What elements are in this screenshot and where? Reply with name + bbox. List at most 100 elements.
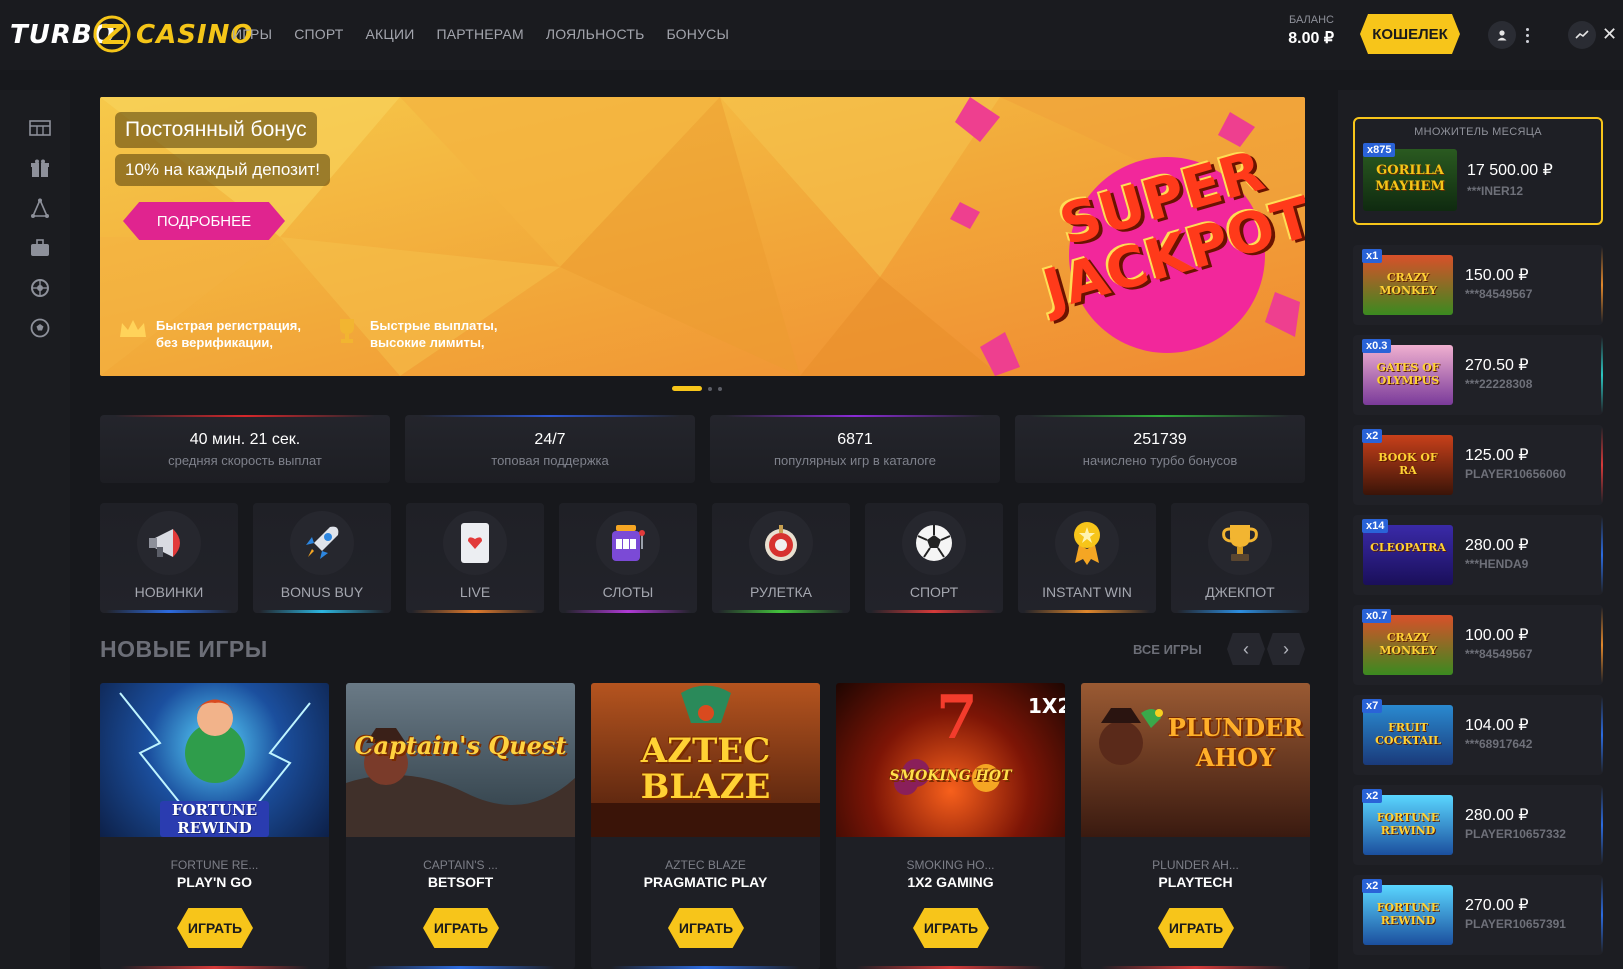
tournaments-icon[interactable] [28, 116, 52, 140]
stat-label: популярных игр в каталоге [774, 453, 936, 468]
feature-fast-registration: Быстрая регистрация, без верификации, [118, 317, 306, 351]
nav-promotions[interactable]: АКЦИИ [366, 26, 415, 42]
game-card[interactable]: AZTEC BLAZE AZTEC BLAZE PRAGMATIC PLAY И… [591, 683, 820, 969]
recent-win-card[interactable]: FORTUNE REWIND x2 270.00 ₽ PLAYER10657391 [1353, 875, 1603, 955]
win-amount: 280.00 ₽ [1465, 807, 1529, 824]
win-game-thumbnail[interactable]: BOOK OF RA [1363, 435, 1453, 495]
category-accent-line [565, 610, 691, 613]
category-jackpot[interactable]: ДЖЕКПОТ [1171, 503, 1309, 613]
main-nav: ИГРЫ СПОРТ АКЦИИ ПАРТНЕРАМ ЛОЯЛЬНОСТЬ БО… [232, 26, 729, 42]
game-card[interactable]: Captain's Quest CAPTAIN'S ... BETSOFT ИГ… [346, 683, 575, 969]
turbo-casino-logo[interactable]: TURBO CASINO [10, 12, 252, 56]
more-menu-icon[interactable] [1522, 22, 1532, 48]
nav-partners[interactable]: ПАРТНЕРАМ [437, 26, 524, 42]
recent-win-card[interactable]: BOOK OF RA x2 125.00 ₽ PLAYER10656060 [1353, 425, 1603, 505]
stat-value: 6871 [837, 431, 873, 448]
multiplier-of-month-title: МНОЖИТЕЛЬ МЕСЯЦА [1414, 126, 1542, 138]
category-sport[interactable]: СПОРТ [865, 503, 1003, 613]
game-card[interactable]: FORTUNE REWIND FORTUNE RE... PLAY'N GO И… [100, 683, 329, 969]
carousel-dot[interactable] [718, 386, 722, 391]
win-game-thumbnail[interactable]: FORTUNE REWIND [1363, 885, 1453, 945]
play-button[interactable]: ИГРАТЬ [668, 908, 744, 948]
roulette-icon [765, 525, 797, 561]
multiplier-of-month-card[interactable]: МНОЖИТЕЛЬ МЕСЯЦА GORILLA MAYHEM x875 17 … [1353, 117, 1603, 225]
wallet-button[interactable]: КОШЕЛЕК [1360, 14, 1460, 54]
win-game-art-title: FORTUNE REWIND [1376, 811, 1440, 837]
rocket-icon [306, 526, 339, 559]
category-icon-circle [596, 511, 660, 575]
game-card[interactable]: PLUNDER AHOY PLUNDER AH... PLAYTECH ИГРА… [1081, 683, 1310, 969]
win-game-thumbnail[interactable]: FORTUNE REWIND [1363, 795, 1453, 855]
user-profile-button[interactable] [1488, 21, 1516, 49]
stat-accent-line [115, 415, 375, 417]
win-username: PLAYER10657332 [1465, 827, 1566, 841]
game-thumbnail[interactable]: Captain's Quest [346, 683, 575, 837]
recent-win-card[interactable]: GATES OF OLYMPUS x0.3 270.50 ₽ ***22228308 [1353, 335, 1603, 415]
win-username: ***68917642 [1465, 737, 1533, 751]
carousel-dot[interactable] [708, 386, 712, 391]
wheel-icon[interactable] [28, 276, 52, 300]
win-game-thumbnail[interactable]: GORILLA MAYHEM [1363, 149, 1457, 211]
play-button[interactable]: ИГРАТЬ [1158, 908, 1234, 948]
win-game-art-title: CLEOPATRA [1370, 541, 1446, 554]
prev-arrow-button[interactable]: ‹ [1227, 633, 1265, 665]
carousel-dot-active[interactable] [672, 386, 702, 391]
gift-icon[interactable] [28, 156, 52, 180]
lottery-icon[interactable] [28, 196, 52, 220]
recent-win-card[interactable]: CRAZY MONKEY x1 150.00 ₽ ***84549567 [1353, 245, 1603, 325]
stat-payout-speed: 40 мин. 21 сек. средняя скорость выплат [100, 415, 390, 483]
recent-win-card[interactable]: FORTUNE REWIND x2 280.00 ₽ PLAYER10657332 [1353, 785, 1603, 865]
game-thumbnail[interactable]: FORTUNE REWIND [100, 683, 329, 837]
nav-games[interactable]: ИГРЫ [232, 26, 272, 42]
category-label: BONUS BUY [280, 584, 364, 600]
win-game-art-title: FORTUNE REWIND [1376, 901, 1440, 927]
recent-win-card[interactable]: FRUIT COCKTAIL x7 104.00 ₽ ***68917642 [1353, 695, 1603, 775]
category-slots[interactable]: СЛОТЫ [559, 503, 697, 613]
win-multiplier-badge: x2 [1362, 429, 1383, 443]
more-details-button[interactable]: ПОДРОБНЕЕ [123, 202, 285, 240]
play-button[interactable]: ИГРАТЬ [913, 908, 989, 948]
close-panel-icon[interactable]: ✕ [1602, 24, 1618, 44]
win-game-thumbnail[interactable]: CRAZY MONKEY [1363, 615, 1453, 675]
win-amount: 125.00 ₽ [1465, 447, 1529, 464]
category-instant-win[interactable]: INSTANT WIN [1018, 503, 1156, 613]
game-thumbnail[interactable]: PLUNDER AHOY [1081, 683, 1310, 837]
category-roulette[interactable]: РУЛЕТКА [712, 503, 850, 613]
game-art-title: FORTUNE REWIND [160, 801, 269, 837]
nav-sport[interactable]: СПОРТ [294, 26, 343, 42]
game-thumbnail[interactable]: 7 1X2 SMOKING HOT [836, 683, 1065, 837]
trophy-icon [340, 319, 354, 343]
play-button[interactable]: ИГРАТЬ [423, 908, 499, 948]
win-game-thumbnail[interactable]: GATES OF OLYMPUS [1363, 345, 1453, 405]
nav-bonuses[interactable]: БОНУСЫ [666, 26, 729, 42]
game-card[interactable]: 7 1X2 SMOKING HOT SMOKING HO... 1X2 GAMIN… [836, 683, 1065, 969]
nav-loyalty[interactable]: ЛОЯЛЬНОСТЬ [546, 26, 645, 42]
win-game-art-title: CRAZY MONKEY [1379, 271, 1437, 297]
briefcase-icon[interactable] [28, 236, 52, 260]
all-games-link[interactable]: ВСЕ ИГРЫ [1133, 642, 1202, 657]
win-username: ***INER12 [1467, 184, 1524, 198]
win-accent-line [1601, 337, 1603, 413]
win-game-thumbnail[interactable]: CRAZY MONKEY [1363, 255, 1453, 315]
stats-toggle-button[interactable] [1568, 21, 1596, 49]
feature-2-line-2: высокие лимиты, [370, 335, 485, 350]
win-multiplier-badge: x2 [1362, 789, 1383, 803]
category-bonus-buy[interactable]: BONUS BUY [253, 503, 391, 613]
play-button[interactable]: ИГРАТЬ [177, 908, 253, 948]
promo-banner[interactable]: SUPER JACKPOT Постоянный бонус 10% на ка… [100, 97, 1305, 376]
banner-carousel-dots [672, 386, 722, 391]
category-new[interactable]: НОВИНКИ [100, 503, 238, 613]
recent-win-card[interactable]: CLEOPATRA x14 280.00 ₽ ***HENDA9 [1353, 515, 1603, 595]
win-game-thumbnail[interactable]: CLEOPATRA [1363, 525, 1453, 585]
game-name: FORTUNE RE... [170, 858, 259, 872]
category-live[interactable]: LIVE [406, 503, 544, 613]
category-icon-circle [290, 511, 354, 575]
win-amount: 17 500.00 ₽ [1467, 162, 1553, 179]
win-game-art-title: GORILLA MAYHEM [1375, 163, 1445, 194]
win-game-thumbnail[interactable]: FRUIT COCKTAIL [1363, 705, 1453, 765]
recent-win-card[interactable]: CRAZY MONKEY x0.7 100.00 ₽ ***84549567 [1353, 605, 1603, 685]
win-multiplier-badge: x0.3 [1362, 339, 1392, 353]
game-thumbnail[interactable]: AZTEC BLAZE [591, 683, 820, 837]
football-icon[interactable] [28, 316, 52, 340]
next-arrow-button[interactable]: › [1267, 633, 1305, 665]
